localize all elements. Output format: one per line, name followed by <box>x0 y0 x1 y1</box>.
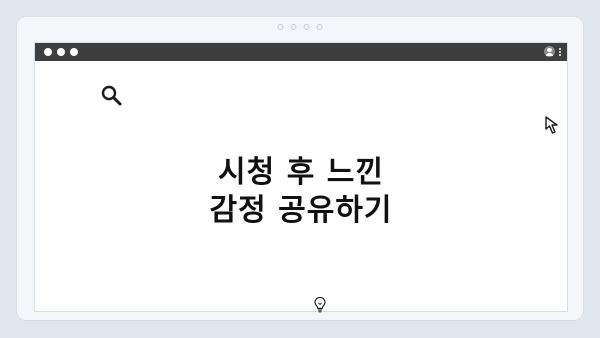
titlebar-actions <box>544 46 561 57</box>
search-icon <box>101 85 122 106</box>
frame-dot <box>277 24 284 30</box>
window-titlebar <box>35 43 567 61</box>
frame-dots <box>277 24 323 30</box>
lightbulb-icon <box>314 296 326 313</box>
profile-icon[interactable] <box>544 46 555 57</box>
frame-dot <box>290 24 297 30</box>
cursor-icon <box>545 116 558 134</box>
browser-window: 시청 후 느낀 감정 공유하기 <box>34 42 568 313</box>
outer-frame: 시청 후 느낀 감정 공유하기 <box>16 16 584 321</box>
page-title-line-1: 시청 후 느낀 <box>218 155 384 190</box>
maximize-window-button[interactable] <box>70 48 78 56</box>
window-controls <box>44 48 78 56</box>
page-title-line-2: 감정 공유하기 <box>209 193 393 228</box>
frame-dot <box>303 24 310 30</box>
close-window-button[interactable] <box>44 48 52 56</box>
page-title: 시청 후 느낀 감정 공유하기 <box>35 154 567 230</box>
more-vert-icon[interactable] <box>559 47 561 56</box>
frame-dot <box>316 24 323 30</box>
minimize-window-button[interactable] <box>57 48 65 56</box>
